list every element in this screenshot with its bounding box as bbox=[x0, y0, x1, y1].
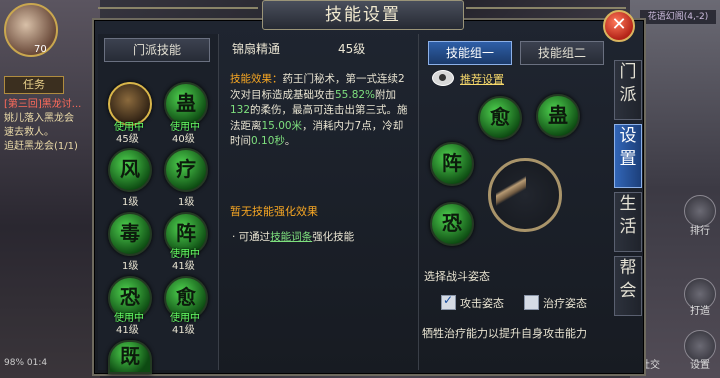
slot-skill-yu[interactable]: 愈 bbox=[478, 96, 522, 140]
game-scene-left bbox=[0, 0, 100, 378]
skill-level: 40级 bbox=[172, 134, 195, 145]
attack-stance-label[interactable]: 攻击姿态 bbox=[460, 295, 504, 311]
title-ornament-right bbox=[466, 7, 626, 19]
hint-prefix: · 可通过 bbox=[232, 231, 271, 243]
forge-label: 打造 bbox=[690, 306, 710, 317]
player-level: 70 bbox=[34, 44, 47, 55]
ranking-label: 排行 bbox=[690, 226, 710, 237]
hint-suffix: 强化技能 bbox=[312, 231, 355, 243]
skill-level: 1级 bbox=[122, 197, 139, 208]
fan-weapon-icon bbox=[496, 166, 526, 216]
enhance-hint: · 可通过技能词条强化技能 bbox=[232, 229, 354, 244]
skill-effect-description: 技能效果：药王门秘术，第一式连续2次对目标造成基础攻击55.82%附加132的柔… bbox=[230, 72, 410, 150]
quest-line: 速去救人。 bbox=[4, 127, 54, 138]
effect-percent: 55.82% bbox=[335, 88, 376, 101]
skill-level: 41级 bbox=[172, 325, 195, 336]
battery-text: 98% bbox=[4, 358, 25, 368]
map-location: 花语幻阁(4,-2) bbox=[640, 10, 716, 24]
skill-level: 45级 bbox=[116, 134, 139, 145]
quest-tracker[interactable]: [第三回]黑龙讨... 姚儿落入黑龙会 速去救人。 追赶黑龙会(1/1) bbox=[4, 98, 94, 154]
slot-skill-gu[interactable]: 蛊 bbox=[536, 94, 580, 138]
tab-life[interactable]: 生活 bbox=[614, 192, 642, 252]
skill-entry-link[interactable]: 技能词条 bbox=[270, 231, 312, 243]
heal-stance-checkbox[interactable] bbox=[524, 295, 539, 310]
skill-level: 41级 bbox=[172, 261, 195, 272]
status-bar: 98% 01:4 bbox=[4, 358, 47, 368]
quest-line: [第三回]黑龙讨... bbox=[4, 99, 82, 110]
tab-sect[interactable]: 门派 bbox=[614, 60, 642, 120]
quest-button[interactable]: 任务 bbox=[4, 76, 64, 94]
tab-sect-skills[interactable]: 门派技能 bbox=[104, 38, 210, 62]
skill-level: 41级 bbox=[116, 325, 139, 336]
stance-title: 选择战斗姿态 bbox=[424, 270, 490, 283]
title-ornament-left bbox=[98, 7, 258, 19]
skill-icon-ji[interactable]: 既 bbox=[108, 340, 152, 374]
eye-icon[interactable] bbox=[432, 70, 454, 86]
settings-label: 设置 bbox=[690, 360, 710, 371]
tab-skill-group-2[interactable]: 技能组二 bbox=[520, 41, 604, 65]
recommended-settings-link[interactable]: 推荐设置 bbox=[460, 71, 504, 87]
attack-stance-checkbox[interactable] bbox=[441, 293, 456, 310]
quest-line: 追赶黑龙会(1/1) bbox=[4, 141, 78, 152]
no-enhance-text: 暂无技能强化效果 bbox=[230, 205, 318, 218]
panel-title: 技能设置 bbox=[325, 5, 401, 25]
effect-text: 附加 bbox=[375, 88, 397, 101]
effect-value: 132 bbox=[230, 104, 251, 116]
tab-skill-group-1[interactable]: 技能组一 bbox=[428, 41, 512, 65]
skill-name: 锦扇精通 bbox=[232, 42, 281, 56]
slot-skill-zhen[interactable]: 阵 bbox=[430, 142, 474, 186]
quest-line: 姚儿落入黑龙会 bbox=[4, 113, 74, 124]
tab-guild[interactable]: 帮会 bbox=[614, 256, 642, 316]
skill-level: 1级 bbox=[178, 197, 195, 208]
panel-title-plate: 技能设置 bbox=[262, 0, 464, 30]
time-text: 01:4 bbox=[26, 358, 48, 368]
effect-label: 技能效果： bbox=[230, 73, 283, 85]
effect-range: 15.00米 bbox=[261, 119, 303, 132]
skill-level: 1级 bbox=[122, 261, 139, 272]
tab-settings[interactable]: 设置 bbox=[614, 124, 642, 188]
skill-icon-feng[interactable]: 风 bbox=[108, 148, 152, 192]
slot-skill-kong[interactable]: 恐 bbox=[430, 202, 474, 246]
heal-stance-label[interactable]: 治疗姿态 bbox=[543, 295, 587, 311]
effect-text: 。 bbox=[284, 135, 296, 147]
skill-detail-level: 45级 bbox=[338, 42, 366, 56]
stance-description: 牺牲治疗能力以提升自身攻击能力 bbox=[422, 327, 587, 340]
player-avatar[interactable] bbox=[4, 3, 58, 57]
skill-icon-liao[interactable]: 疗 bbox=[164, 148, 208, 192]
skill-icon-du[interactable]: 毒 bbox=[108, 212, 152, 256]
effect-cooldown: 0.10秒 bbox=[251, 135, 285, 147]
